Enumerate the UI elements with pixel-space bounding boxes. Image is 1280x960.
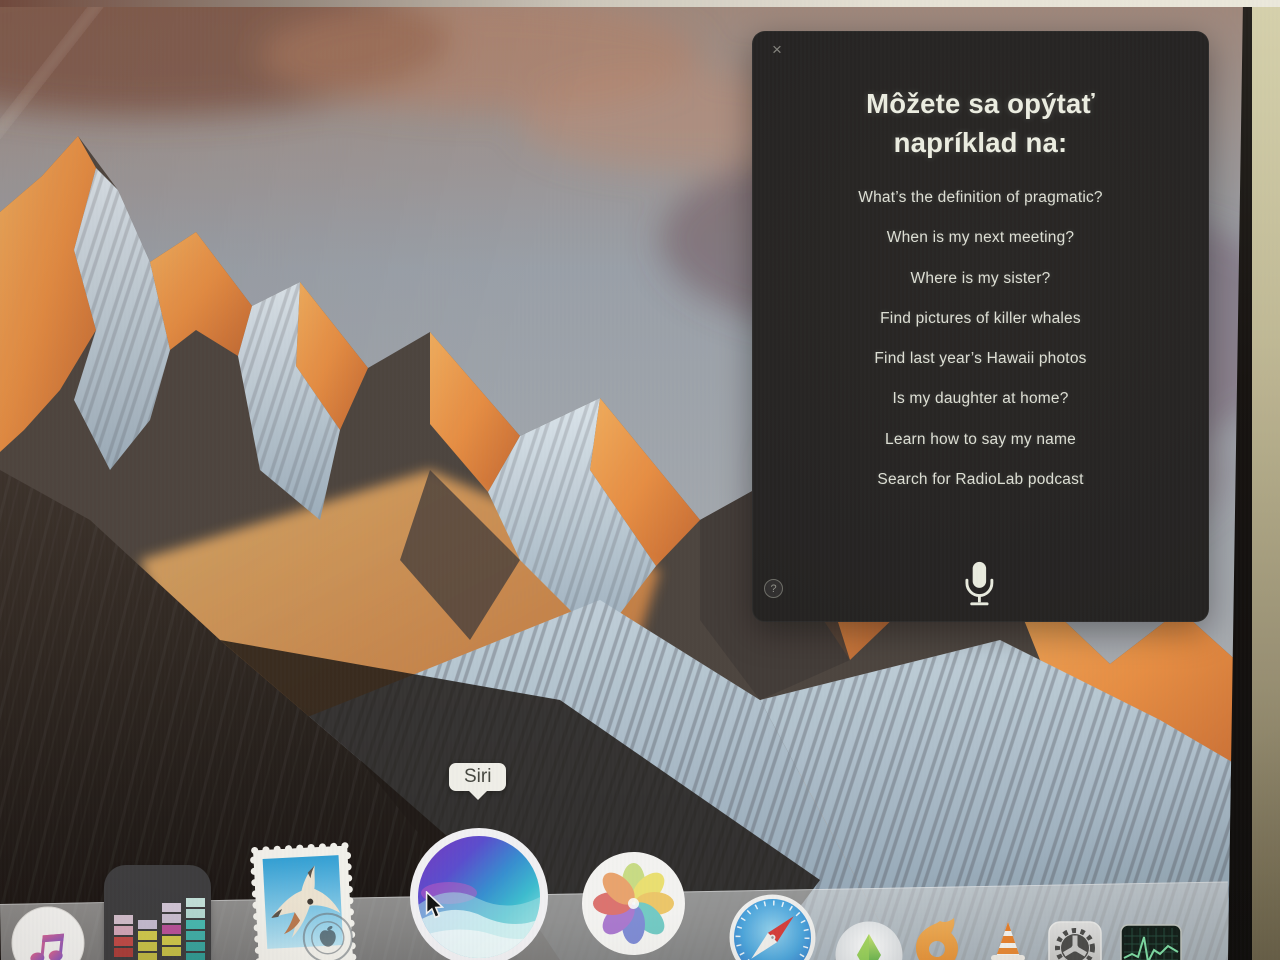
vlc-icon — [984, 919, 1032, 960]
siri-suggestion: What’s the definition of pragmatic? — [858, 189, 1103, 206]
close-icon[interactable]: × — [766, 39, 788, 61]
siri-suggestion: Find last year’s Hawaii photos — [874, 350, 1087, 368]
dock-item-system-preferences[interactable] — [1048, 921, 1102, 960]
photos-icon — [581, 851, 686, 956]
siri-title-line1: Môžete sa opýtať — [866, 88, 1095, 119]
origin-icon — [910, 917, 964, 960]
dock-item-deezer[interactable] — [104, 865, 211, 960]
microphone-icon[interactable] — [959, 560, 999, 608]
siri-suggestion: Search for RadioLab podcast — [877, 471, 1084, 489]
siri-suggestion: When is my next meeting? — [886, 229, 1075, 247]
help-icon[interactable]: ? — [764, 579, 783, 598]
monitor-top-edge — [0, 0, 1280, 7]
dock-item-itunes[interactable] — [11, 906, 85, 960]
siri-panel-title: Môžete sa opýtať napríklad na: — [753, 84, 1208, 162]
dock-item-vlc[interactable] — [984, 919, 1032, 960]
siri-tooltip-label: Siri — [464, 766, 492, 787]
siri-suggestion-list: What’s the definition of pragmatic? When… — [753, 178, 1208, 500]
siri-title-line2: napríklad na: — [893, 127, 1068, 158]
monitor-bezel-and-wall — [1220, 0, 1280, 960]
activity-monitor-icon — [1120, 924, 1182, 960]
dock-item-photos[interactable] — [581, 851, 686, 956]
arrow-cursor — [425, 891, 444, 920]
system-preferences-icon — [1048, 921, 1102, 960]
safari-icon — [729, 894, 816, 960]
siri-tooltip: Siri — [449, 763, 507, 800]
siri-panel: × Môžete sa opýtať napríklad na: What’s … — [752, 31, 1209, 622]
siri-suggestion: Where is my sister? — [910, 269, 1051, 287]
dock-item-safari[interactable] — [729, 894, 816, 960]
dock-item-mail[interactable] — [247, 842, 359, 960]
sims-icon — [835, 921, 903, 960]
siri-suggestion: Learn how to say my name — [885, 430, 1076, 448]
siri-suggestion: Find pictures of killer whales — [880, 309, 1081, 327]
dock-item-origin[interactable] — [910, 917, 964, 960]
dock-item-activity-monitor[interactable] — [1120, 924, 1182, 960]
itunes-icon — [11, 906, 85, 960]
siri-suggestion: Is my daughter at home? — [892, 390, 1069, 408]
dock-item-sims[interactable] — [835, 921, 903, 960]
mail-icon — [247, 842, 359, 960]
tooltip-arrow — [468, 791, 487, 804]
photographed-screen: × Môžete sa opýtať napríklad na: What’s … — [0, 0, 1280, 960]
